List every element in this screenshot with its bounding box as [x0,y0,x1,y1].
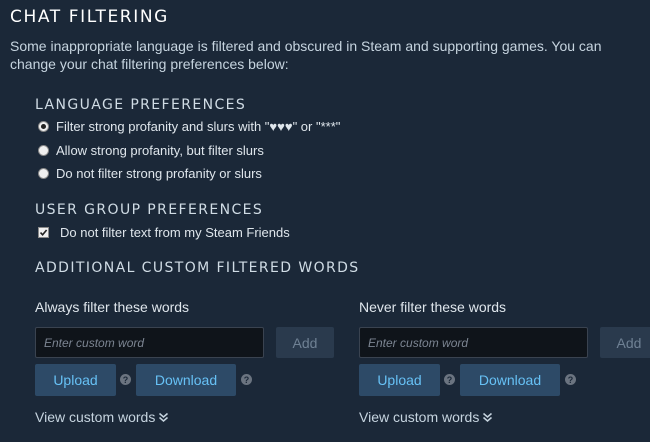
always-filter-input[interactable] [35,327,264,358]
view-custom-words-label: View custom words [359,409,480,425]
page-description: Some inappropriate language is filtered … [10,38,602,72]
never-filter-download-button[interactable]: Download [460,364,560,396]
view-custom-words-label: View custom words [35,409,156,425]
upload-help-icon[interactable]: ? [120,374,131,385]
custom-words-heading: ADDITIONAL CUSTOM FILTERED WORDS [35,260,360,276]
language-preferences-heading: LANGUAGE PREFERENCES [35,97,247,113]
language-option-allow-profanity[interactable]: Allow strong profanity, but filter slurs [38,141,264,159]
user-group-preferences-heading: USER GROUP PREFERENCES [35,202,264,218]
language-option-no-filter[interactable]: Do not filter strong profanity or slurs [38,164,262,182]
always-filter-download-button[interactable]: Download [136,364,236,396]
download-help-icon[interactable]: ? [565,374,576,385]
always-view-custom-words-link[interactable]: View custom words [35,409,169,425]
page-title: CHAT FILTERING [10,7,169,27]
double-chevron-down-icon [483,412,493,422]
checkbox[interactable] [38,226,49,238]
chat-filtering-panel: CHAT FILTERING Some inappropriate langua… [0,0,650,442]
always-filter-add-button[interactable]: Add [276,327,334,358]
double-chevron-down-icon [159,412,169,422]
never-filter-input[interactable] [359,327,588,358]
language-option-label: Filter strong profanity and slurs with "… [56,118,341,134]
never-filter-upload-button[interactable]: Upload [359,364,440,396]
never-view-custom-words-link[interactable]: View custom words [359,409,493,425]
download-help-icon[interactable]: ? [241,374,252,385]
language-option-label: Allow strong profanity, but filter slurs [56,142,264,158]
upload-help-icon[interactable]: ? [444,374,455,385]
language-option-label: Do not filter strong profanity or slurs [56,165,262,181]
never-filter-add-button[interactable]: Add [600,327,650,358]
steam-friends-filter-option[interactable]: Do not filter text from my Steam Friends [38,223,290,241]
never-filter-label: Never filter these words [359,299,507,315]
always-filter-label: Always filter these words [35,299,190,315]
radio-button[interactable] [38,120,49,132]
radio-button[interactable] [38,144,49,156]
checkmark-icon [39,228,48,236]
always-filter-upload-button[interactable]: Upload [35,364,116,396]
language-option-filter-all[interactable]: Filter strong profanity and slurs with "… [38,117,340,135]
radio-button[interactable] [38,167,49,179]
checkbox-label: Do not filter text from my Steam Friends [60,224,290,240]
